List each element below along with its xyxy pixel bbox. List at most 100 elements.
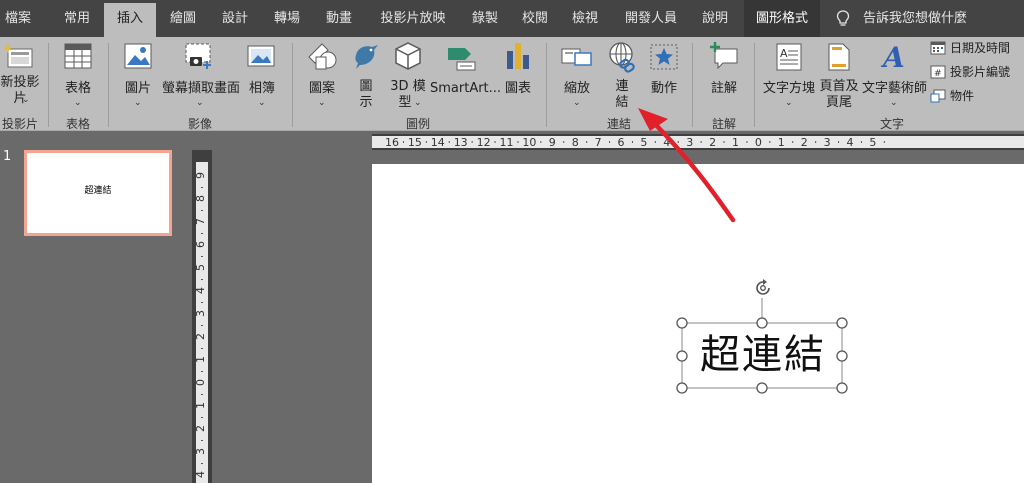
- ribbon: 新投影 片 ⌄ 投影片 表格 ⌄ 表格 圖片 ⌄ 螢幕擷取畫面 ⌄ 相簿 ⌄ 影…: [0, 37, 1024, 131]
- 3d-models-button[interactable]: 3D 模 型 ⌄: [386, 41, 430, 111]
- ruler-number: 10: [522, 136, 536, 148]
- date-time-label: 日期及時間: [950, 41, 1011, 55]
- smartart-button[interactable]: SmartArt...: [430, 41, 502, 111]
- tab-design[interactable]: 設計: [212, 0, 258, 37]
- horizontal-ruler-ticks: 16 15 14 13 12 11 10 9 8 7 6 5 4 3 2 1 0 1 2 3 4 5: [385, 136, 885, 148]
- ruler-number: 2: [801, 136, 808, 148]
- ruler-tick: [201, 233, 203, 234]
- ruler-number: 11: [500, 136, 514, 148]
- icons-label-2: 示: [359, 95, 373, 110]
- new-slide-label-1: 新投影: [0, 75, 40, 90]
- shapes-button[interactable]: 圖案 ⌄: [298, 41, 346, 111]
- screenshot-label: 螢幕擷取畫面: [162, 81, 241, 96]
- text-box-label: 文字方塊: [762, 81, 815, 96]
- link-button[interactable]: 連 結: [602, 41, 642, 111]
- slide-thumbnail[interactable]: 超連結: [24, 150, 172, 236]
- ruler-number: 7: [595, 136, 602, 148]
- ruler-number: 1: [778, 136, 785, 148]
- resize-handle-bottom: [756, 382, 768, 394]
- zoom-icon: [561, 48, 592, 66]
- tab-review[interactable]: 校閱: [512, 0, 558, 37]
- ruler-tick: [631, 141, 633, 143]
- slide-text-box[interactable]: 超連結: [688, 326, 838, 384]
- tab-view[interactable]: 檢視: [562, 0, 608, 37]
- table-button[interactable]: 表格 ⌄: [54, 41, 102, 111]
- tell-me-text: 告訴我您想做什麼: [863, 11, 968, 26]
- pictures-button[interactable]: 圖片 ⌄: [114, 41, 162, 111]
- ruler-number: 5: [194, 264, 207, 271]
- date-time-button[interactable]: 日期及時間: [930, 39, 1024, 57]
- zoom-button[interactable]: 縮放 ⌄: [554, 41, 600, 111]
- ruler-tick: [201, 210, 203, 211]
- wordart-button[interactable]: A 文字藝術師 ⌄: [862, 41, 928, 111]
- svg-text:#: #: [934, 69, 942, 79]
- ruler-number: 15: [408, 136, 422, 148]
- ruler-tick: [700, 141, 702, 143]
- ruler-tick: [586, 141, 588, 143]
- tab-transitions[interactable]: 轉場: [264, 0, 310, 37]
- smartart-label: SmartArt...: [430, 81, 502, 96]
- ruler-number: 9: [549, 136, 556, 148]
- new-slide-icon: [2, 43, 33, 68]
- tab-home[interactable]: 常用: [52, 0, 102, 37]
- wordart-label: 文字藝術師: [862, 81, 928, 96]
- ruler-tick: [201, 187, 203, 188]
- tab-file[interactable]: 檔案: [0, 0, 36, 37]
- ruler-tick: [402, 141, 404, 143]
- ruler-number: 8: [572, 136, 579, 148]
- ruler-tick: [201, 325, 203, 326]
- action-star-icon: [650, 44, 678, 70]
- group-divider: [754, 43, 755, 127]
- chart-button[interactable]: 圖表: [498, 41, 538, 111]
- slide-number-icon: #: [930, 65, 946, 79]
- comment-button[interactable]: 註解: [700, 41, 748, 111]
- ruler-number: 6: [194, 241, 207, 248]
- resize-handle-bottom-left: [676, 382, 688, 394]
- ruler-tick: [517, 141, 519, 143]
- slide-canvas[interactable]: [372, 164, 1024, 483]
- ruler-tick: [769, 141, 771, 143]
- tab-record[interactable]: 錄製: [462, 0, 508, 37]
- tab-insert[interactable]: 插入: [104, 3, 156, 37]
- new-slide-label-2: 片: [13, 91, 27, 106]
- group-divider: [692, 43, 693, 127]
- photo-album-icon: [247, 45, 275, 67]
- icons-button[interactable]: 圖 示: [348, 41, 384, 111]
- group-divider: [48, 43, 49, 127]
- text-box-button[interactable]: A 文字方塊 ⌄: [760, 41, 818, 111]
- slide-number-button[interactable]: # 投影片編號: [930, 63, 1024, 81]
- chevron-down-icon: ⌄: [22, 95, 30, 105]
- header-footer-button[interactable]: 頁首及 頁尾: [818, 41, 860, 111]
- slide-thumbnail-text: 超連結: [84, 186, 112, 196]
- action-button[interactable]: 動作: [644, 41, 684, 111]
- ruler-number: 3: [194, 448, 207, 455]
- group-divider: [292, 43, 293, 127]
- new-slide-button[interactable]: 新投影 片 ⌄: [0, 41, 40, 111]
- ruler-tick: [201, 371, 203, 372]
- chevron-down-icon: ⌄: [785, 98, 793, 108]
- header-footer-icon: [828, 43, 850, 71]
- tab-animations[interactable]: 動畫: [316, 0, 362, 37]
- resize-handle-top-left: [676, 317, 688, 329]
- ruler-tick: [201, 348, 203, 349]
- tab-help[interactable]: 說明: [694, 0, 736, 37]
- horizontal-ruler: 16 15 14 13 12 11 10 9 8 7 6 5 4 3 2 1 0 1 2 3 4 5: [372, 134, 1024, 150]
- group-label-images: 影像: [187, 117, 212, 131]
- group-label-tables: 表格: [65, 117, 90, 131]
- globe-link-icon: [609, 42, 635, 73]
- screenshot-button[interactable]: 螢幕擷取畫面 ⌄: [162, 41, 241, 111]
- tab-shape-format[interactable]: 圖形格式: [744, 0, 820, 37]
- lightbulb-icon: [836, 10, 850, 26]
- tab-developer[interactable]: 開發人員: [618, 0, 684, 37]
- cube-icon: [395, 42, 421, 70]
- resize-handle-top-right: [836, 317, 848, 329]
- photo-album-button[interactable]: 相簿 ⌄: [240, 41, 284, 111]
- group-label-comments: 註解: [711, 117, 736, 131]
- ruler-number: 5: [640, 136, 647, 148]
- ruler-tick: [815, 141, 817, 143]
- object-button[interactable]: 物件: [930, 87, 1024, 105]
- bird-icon: [355, 45, 378, 69]
- resize-handle-bottom-right: [836, 382, 848, 394]
- tab-draw[interactable]: 繪圖: [160, 0, 206, 37]
- tab-slideshow[interactable]: 投影片放映: [370, 0, 456, 37]
